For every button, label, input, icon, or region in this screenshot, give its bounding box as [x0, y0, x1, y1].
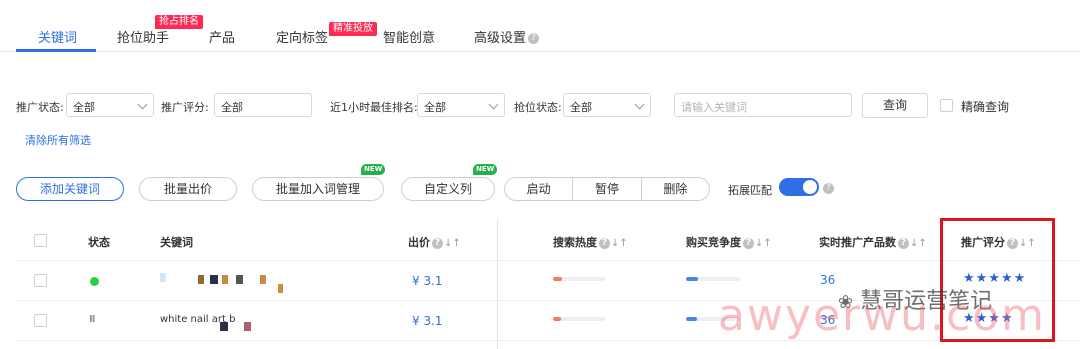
- tab-bar: 关键词 抢位助手 抢占排名 产品 定向标签 精准投放 智能创意 高级设置?: [0, 0, 1080, 52]
- sort-icon[interactable]: ↓↑: [755, 238, 772, 249]
- search-heat-column-header[interactable]: 搜索热度? ↓↑: [553, 234, 628, 250]
- sort-icon[interactable]: ↓↑: [444, 238, 461, 249]
- search-heat-bar: [553, 277, 605, 281]
- chevron-down-icon: [488, 99, 499, 110]
- exact-query-label: 精确查询: [961, 100, 1010, 114]
- live-products-column-header[interactable]: 实时推广产品数? ↓↑: [819, 234, 927, 250]
- tab-advanced-settings-label: 高级设置: [474, 31, 527, 46]
- score-filter-label: 推广评分:: [161, 101, 209, 114]
- bid-column-header[interactable]: 出价? ↓↑: [408, 234, 461, 250]
- score-filter-input[interactable]: 全部: [214, 93, 312, 117]
- grab-filter-value: 全部: [570, 101, 592, 114]
- search-heat-header-label: 搜索热度: [553, 236, 597, 249]
- expand-match-toggle[interactable]: [779, 178, 819, 196]
- bulk-bid-button[interactable]: 批量出价: [139, 177, 237, 201]
- competition-fill: [686, 277, 698, 281]
- tab-smart-creative[interactable]: 智能创意: [383, 27, 435, 46]
- sort-icon[interactable]: ↓↑: [611, 238, 628, 249]
- active-status-dot: [90, 277, 99, 286]
- row-checkbox[interactable]: [34, 314, 47, 327]
- query-button[interactable]: 查询: [862, 93, 928, 118]
- table-header: 状态 关键词 出价? ↓↑ 搜索热度? ↓↑ 购买竞争度? ↓↑ 实时推广产品数? ↓↑…: [16, 219, 1080, 261]
- clear-all-filters-link[interactable]: 清除所有筛选: [25, 132, 91, 148]
- tab-products[interactable]: 产品: [209, 27, 235, 46]
- bid-price[interactable]: ¥ 3.1: [412, 274, 443, 288]
- redacted-text: [244, 322, 251, 331]
- active-tab-indicator: [16, 49, 96, 52]
- start-button[interactable]: 启动: [505, 178, 574, 200]
- bulk-action-group: 启动 暂停 删除: [504, 177, 710, 201]
- select-all-checkbox[interactable]: [34, 234, 47, 247]
- redacted-text: [222, 275, 228, 284]
- bid-header-label: 出价: [408, 236, 430, 249]
- status-filter-value: 全部: [73, 101, 95, 114]
- tab-targeting-tags[interactable]: 定向标签: [276, 27, 328, 46]
- help-icon[interactable]: ?: [743, 237, 754, 249]
- site-watermark: awyerwu.com: [718, 290, 1046, 341]
- new-badge: NEW: [361, 164, 386, 175]
- help-icon[interactable]: ?: [823, 183, 834, 194]
- sort-icon[interactable]: ↓↑: [910, 238, 927, 249]
- tab-advanced-settings[interactable]: 高级设置?: [474, 27, 540, 46]
- help-icon[interactable]: ?: [528, 33, 540, 44]
- grab-ranking-badge: 抢占排名: [155, 15, 203, 29]
- keyword-cell: white nail art b: [160, 312, 310, 334]
- competition-fill: [686, 317, 697, 321]
- rank-filter-value: 全部: [424, 101, 446, 114]
- grab-filter-select[interactable]: 全部: [563, 93, 651, 117]
- pause-button[interactable]: 暂停: [573, 178, 642, 200]
- paused-status-icon: II: [89, 314, 96, 325]
- redacted-text: [160, 273, 166, 282]
- bulk-add-word-management-button[interactable]: 批量加入词管理: [252, 177, 384, 201]
- add-keyword-button[interactable]: 添加关键词: [16, 177, 124, 201]
- filter-bar: 推广状态: 全部 推广评分: 全部 近1小时最佳排名: 全部 抢位状态: 全部 …: [0, 93, 1080, 119]
- rank-filter-label: 近1小时最佳排名:: [330, 101, 418, 114]
- competition-column-header[interactable]: 购买竞争度? ↓↑: [686, 234, 772, 250]
- new-badge: NEW: [473, 164, 498, 175]
- delete-button[interactable]: 删除: [642, 178, 709, 200]
- expand-match-label: 拓展匹配: [728, 184, 772, 197]
- row-checkbox[interactable]: [34, 274, 47, 287]
- search-heat-bar: [553, 317, 605, 321]
- keyword-cell: [160, 270, 310, 293]
- redacted-text: [278, 284, 283, 293]
- chevron-down-icon: [634, 99, 645, 110]
- help-icon[interactable]: ?: [432, 237, 443, 249]
- keyword-column-header: 关键词: [160, 236, 193, 249]
- rank-filter-select[interactable]: 全部: [417, 93, 505, 117]
- grab-filter-label: 抢位状态:: [514, 101, 562, 114]
- help-icon[interactable]: ?: [599, 237, 610, 249]
- redacted-text: [220, 322, 228, 331]
- redacted-text: [260, 275, 266, 284]
- tab-grab-assistant[interactable]: 抢位助手: [117, 27, 169, 46]
- redacted-text: [236, 275, 243, 284]
- keyword-search-input[interactable]: 请输入关键词: [674, 93, 852, 117]
- status-filter-select[interactable]: 全部: [66, 93, 154, 117]
- search-heat-fill: [553, 317, 562, 321]
- search-heat-fill: [553, 277, 563, 281]
- help-icon[interactable]: ?: [898, 237, 909, 249]
- toggle-knob: [803, 180, 817, 194]
- status-column-header: 状态: [88, 236, 110, 249]
- live-products-header-label: 实时推广产品数: [819, 236, 896, 249]
- competition-header-label: 购买竞争度: [686, 236, 741, 249]
- redacted-text: [210, 275, 218, 284]
- custom-columns-button[interactable]: 自定义列: [401, 177, 495, 201]
- status-filter-label: 推广状态:: [16, 101, 64, 114]
- precise-targeting-badge: 精准投放: [329, 22, 377, 36]
- redacted-text: [198, 275, 204, 284]
- tab-keywords[interactable]: 关键词: [38, 27, 77, 46]
- chevron-down-icon: [137, 99, 148, 110]
- live-products-count[interactable]: 36: [820, 273, 835, 287]
- exact-query-checkbox[interactable]: [940, 99, 953, 112]
- bid-price[interactable]: ¥ 3.1: [412, 314, 443, 328]
- competition-bar: [686, 277, 740, 281]
